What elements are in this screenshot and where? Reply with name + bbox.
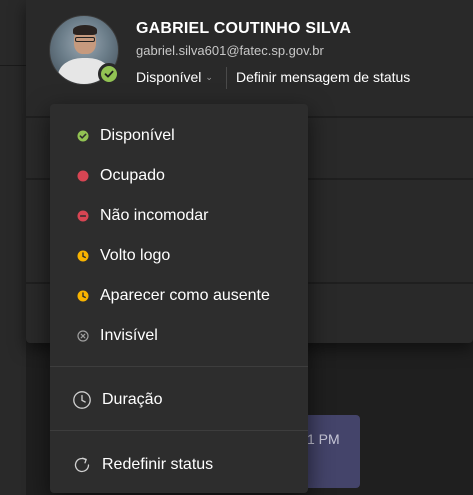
status-option-label: Aparecer como ausente [100, 287, 270, 304]
duration-label: Duração [102, 391, 163, 408]
sidebar-divider [0, 65, 26, 66]
available-icon [76, 129, 90, 143]
profile-email: gabriel.silva601@fatec.sp.gov.br [136, 43, 324, 58]
do-not-disturb-icon [76, 209, 90, 223]
avatar-glasses [75, 37, 95, 42]
reset-status-label: Redefinir status [102, 456, 214, 473]
chat-message-time: 1 PM [307, 431, 340, 447]
status-option-label: Ocupado [100, 167, 165, 184]
status-option-label: Invisível [100, 327, 158, 344]
chevron-down-icon: ⌄ [205, 71, 213, 82]
refresh-icon [72, 455, 92, 475]
app-sidebar-background [0, 0, 26, 495]
menu-divider [50, 430, 308, 431]
status-option-label: Volto logo [100, 247, 171, 264]
status-menu: Disponível Ocupado Não incomodar Volto l… [50, 104, 308, 493]
busy-icon [76, 169, 90, 183]
status-option-be-right-back[interactable]: Volto logo [50, 238, 308, 274]
clock-icon [72, 390, 92, 410]
offline-x-icon [76, 329, 90, 343]
reset-status-button[interactable]: Redefinir status [50, 447, 308, 483]
header-divider [226, 67, 227, 89]
profile-name: GABRIEL COUTINHO SILVA [136, 20, 352, 37]
avatar-hair [73, 25, 97, 35]
away-clock-icon [76, 289, 90, 303]
current-status-label: Disponível [136, 69, 202, 85]
duration-button[interactable]: Duração [50, 382, 308, 418]
status-option-label: Não incomodar [100, 207, 209, 224]
status-option-do-not-disturb[interactable]: Não incomodar [50, 198, 308, 234]
status-option-available[interactable]: Disponível [50, 118, 308, 154]
status-option-invisible[interactable]: Invisível [50, 318, 308, 354]
menu-divider [50, 366, 308, 367]
be-right-back-clock-icon [76, 249, 90, 263]
status-dropdown[interactable]: Disponível ⌄ [132, 65, 217, 89]
status-option-busy[interactable]: Ocupado [50, 158, 308, 194]
status-option-appear-away[interactable]: Aparecer como ausente [50, 278, 308, 314]
status-option-label: Disponível [100, 127, 175, 144]
available-presence-icon [98, 63, 120, 85]
set-status-message-button[interactable]: Definir mensagem de status [236, 69, 410, 85]
